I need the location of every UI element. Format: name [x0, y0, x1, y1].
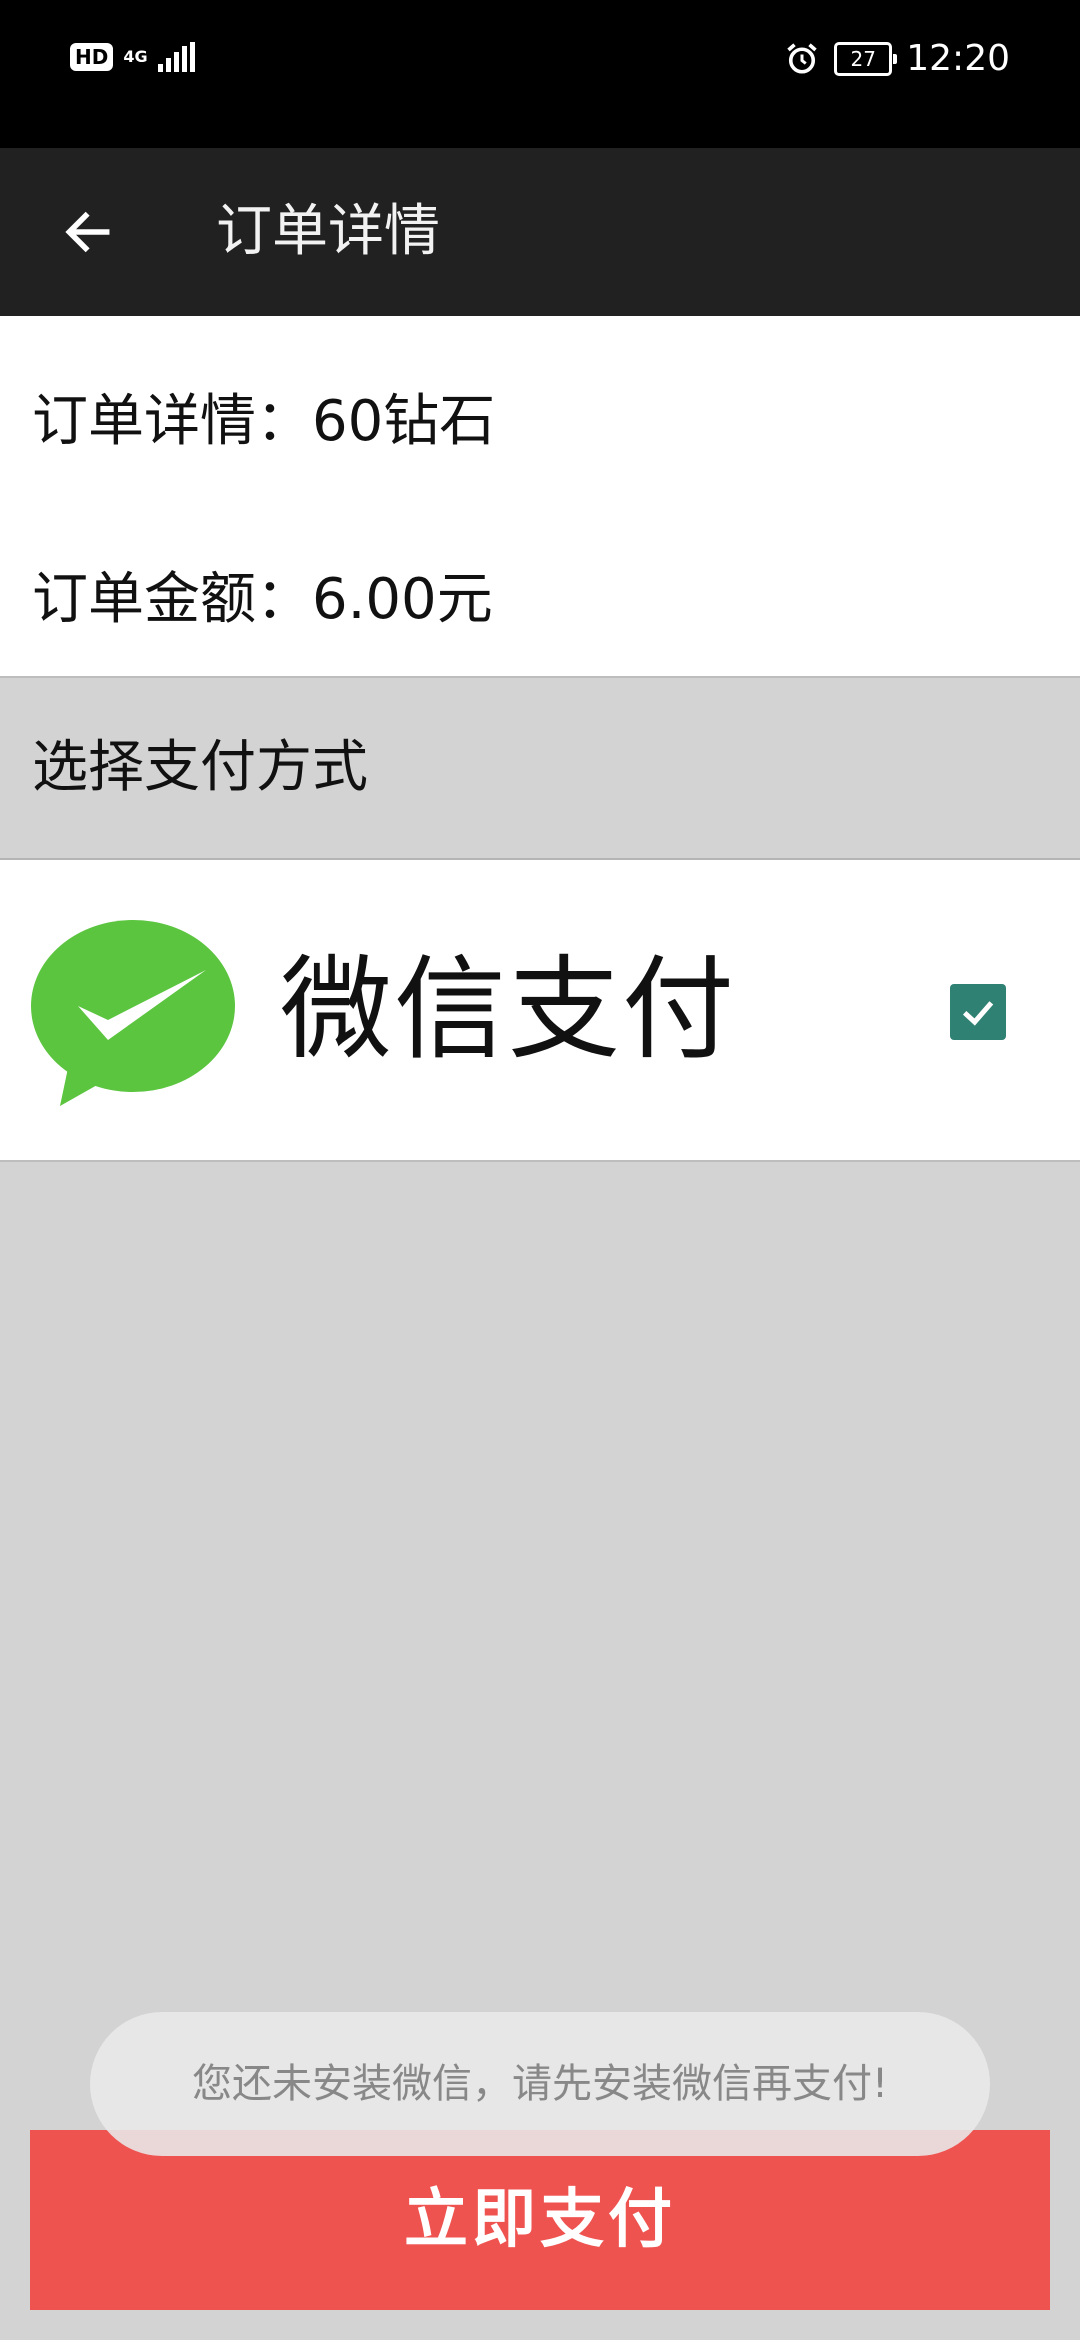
wechat-pay-checkbox[interactable]	[950, 984, 1006, 1040]
signal-icon	[157, 42, 195, 72]
status-left: HD 4G	[70, 42, 195, 72]
order-details-text: 订单详情：60钻石	[32, 389, 496, 454]
status-bar: HD 4G 27 12:20	[0, 0, 1080, 148]
page-title: 订单详情	[216, 199, 440, 264]
battery-icon: 27	[834, 41, 898, 76]
order-amount-text: 订单金额：6.00元	[32, 567, 493, 632]
order-summary: 订单详情：60钻石 订单金额：6.00元	[0, 316, 1080, 678]
wechat-pay-option[interactable]: 微信支付	[0, 860, 1080, 1162]
network-type-label: 4G	[123, 47, 148, 66]
back-button[interactable]	[44, 188, 132, 276]
toolbar: 订单详情	[0, 148, 1080, 316]
wechat-logo-icon	[31, 920, 235, 1106]
wechat-pay-label: 微信支付	[280, 945, 736, 1075]
payment-method-header: 选择支付方式	[0, 678, 1080, 860]
toast-message: 您还未安装微信，请先安装微信再支付!	[90, 2012, 990, 2156]
pay-now-button[interactable]: 立即支付	[30, 2130, 1050, 2310]
status-right: 27 12:20	[784, 38, 1010, 79]
arrow-left-icon	[65, 211, 110, 253]
payment-method-title: 选择支付方式	[32, 735, 368, 800]
alarm-icon	[787, 42, 817, 74]
hd-icon: HD	[70, 43, 114, 71]
status-time: 12:20	[906, 38, 1010, 79]
checkmark-icon	[962, 1001, 994, 1026]
